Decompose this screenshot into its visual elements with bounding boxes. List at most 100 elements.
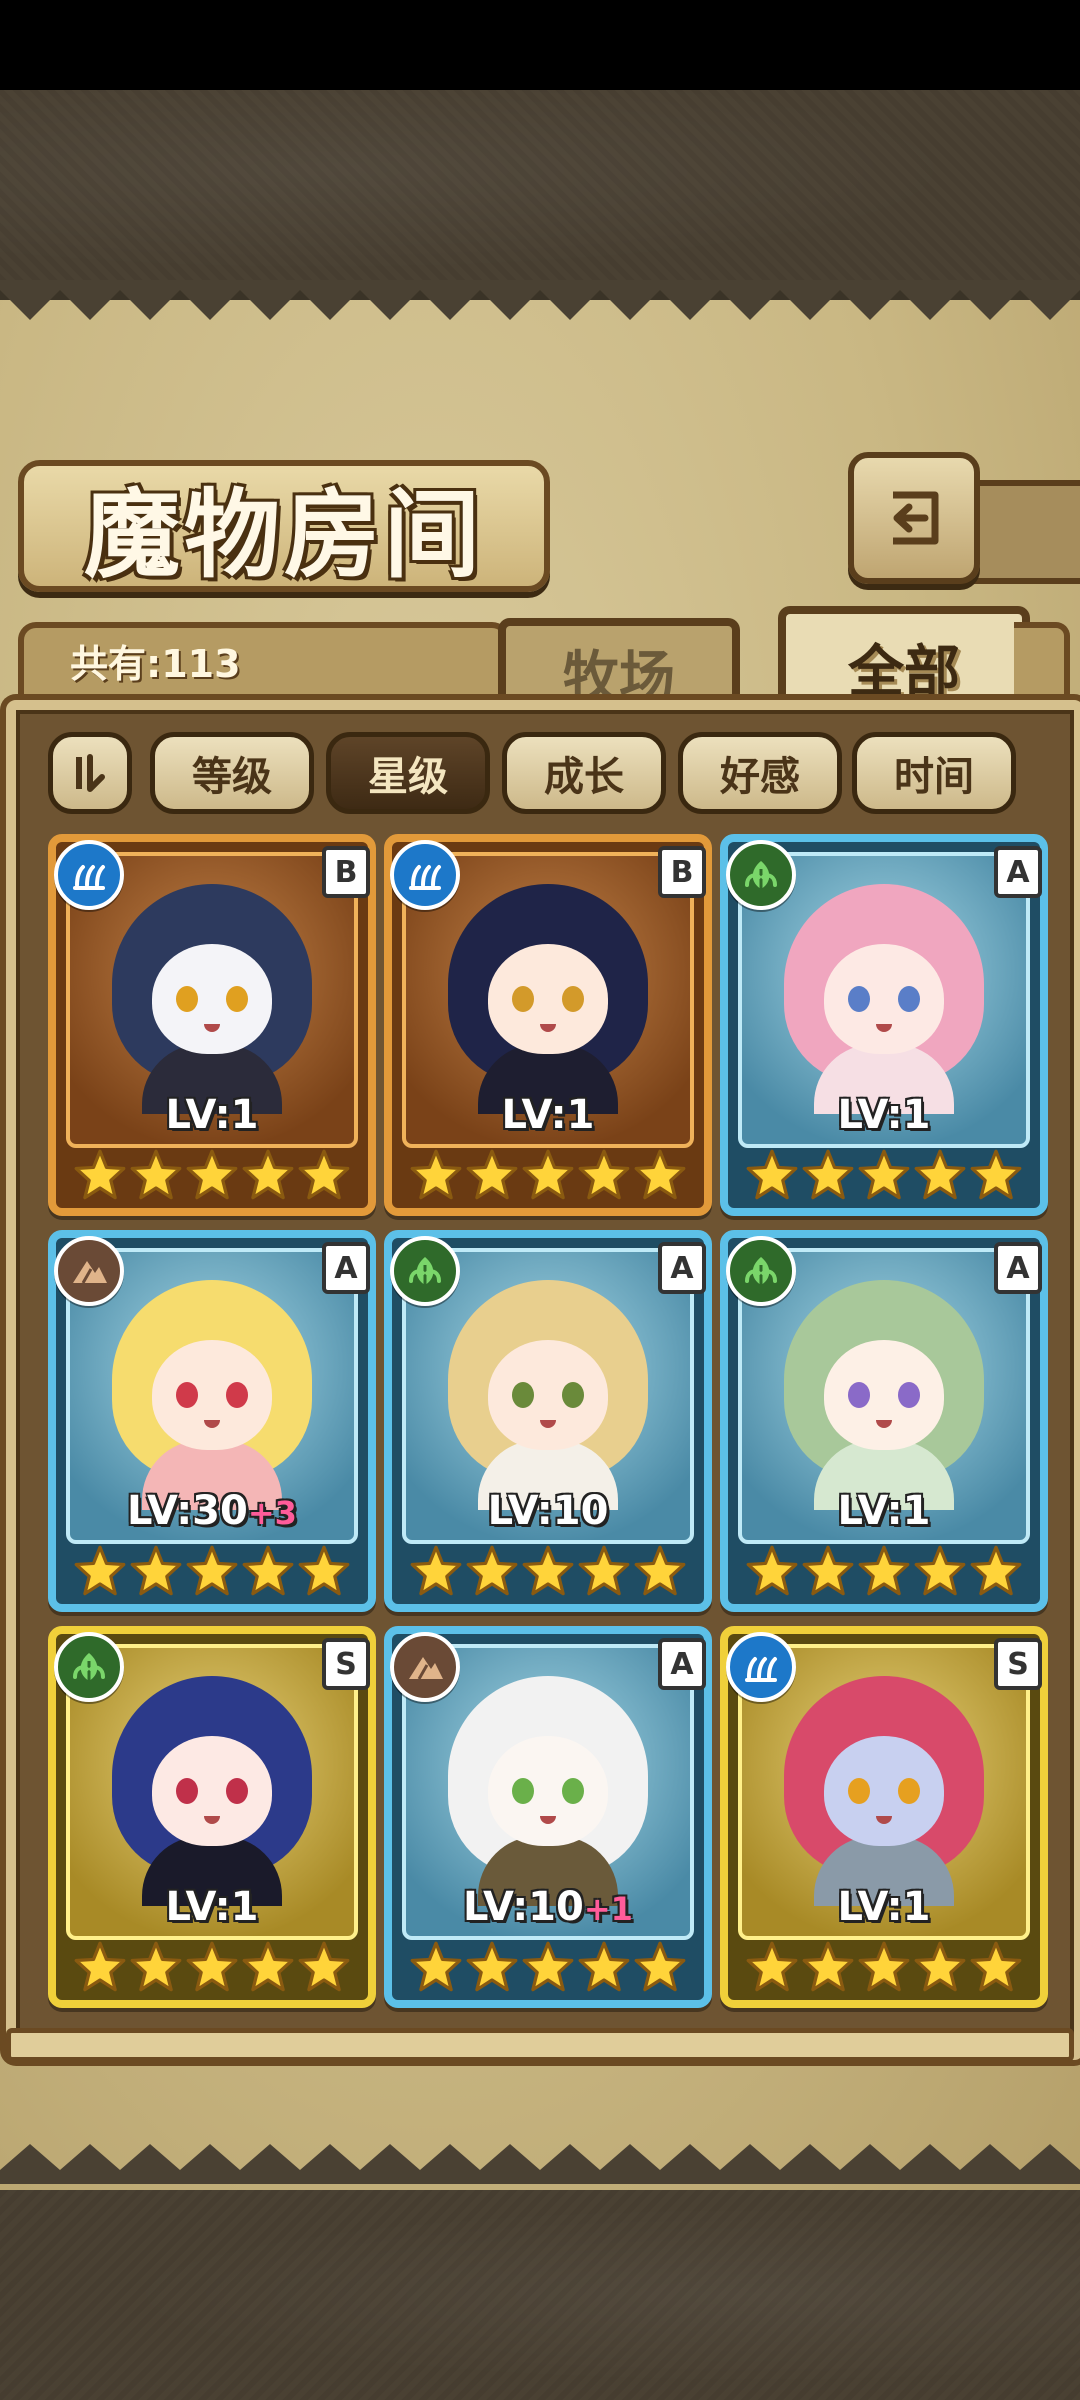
monster-level: LV:30+3	[70, 1488, 354, 1534]
star-icon	[914, 1545, 966, 1596]
monster-card[interactable]: LV:1 A	[720, 834, 1048, 1216]
monster-card[interactable]: LV:10+1 A	[384, 1626, 712, 2008]
star-icon	[410, 1545, 462, 1596]
monster-card[interactable]: LV:1 S	[720, 1626, 1048, 2008]
nature-element-icon	[726, 840, 796, 910]
star-icon	[522, 1941, 574, 1992]
monster-card[interactable]: LV:1 S	[48, 1626, 376, 2008]
star-icon	[522, 1545, 574, 1596]
rank-badge: S	[322, 1638, 370, 1690]
zigzag-edge-top	[0, 280, 1080, 320]
star-icon	[466, 1941, 518, 1992]
star-icon	[858, 1149, 910, 1200]
star-rating	[728, 1148, 1040, 1202]
star-icon	[578, 1941, 630, 1992]
monster-card[interactable]: LV:1 B	[48, 834, 376, 1216]
star-icon	[746, 1941, 798, 1992]
star-icon	[970, 1545, 1022, 1596]
star-icon	[130, 1545, 182, 1596]
star-rating	[392, 1544, 704, 1598]
nature-element-icon	[390, 1236, 460, 1306]
star-icon	[242, 1941, 294, 1992]
panel-bottom-rail	[6, 2028, 1074, 2062]
star-icon	[186, 1149, 238, 1200]
rank-badge: A	[658, 1242, 706, 1294]
star-icon	[186, 1545, 238, 1596]
monster-portrait	[112, 884, 312, 1114]
star-icon	[634, 1149, 686, 1200]
sort-affection-button[interactable]: 好感	[678, 732, 842, 814]
monster-level: LV:1	[742, 1092, 1026, 1138]
monster-level: LV:1	[742, 1488, 1026, 1534]
star-icon	[970, 1149, 1022, 1200]
star-icon	[298, 1545, 350, 1596]
star-icon	[802, 1149, 854, 1200]
rank-badge: A	[994, 1242, 1042, 1294]
star-icon	[746, 1545, 798, 1596]
star-icon	[466, 1149, 518, 1200]
monster-portrait	[784, 1280, 984, 1510]
level-text: LV:1	[165, 1092, 259, 1138]
earth-element-icon	[54, 1236, 124, 1306]
sort-order-button[interactable]	[48, 732, 132, 814]
level-text: LV:1	[837, 1488, 931, 1534]
sort-time-button[interactable]: 时间	[852, 732, 1016, 814]
star-icon	[858, 1545, 910, 1596]
rank-badge: B	[322, 846, 370, 898]
rank-badge: A	[658, 1638, 706, 1690]
monster-level: LV:10	[406, 1488, 690, 1534]
monster-portrait	[784, 1676, 984, 1906]
nature-element-icon	[54, 1632, 124, 1702]
star-icon	[466, 1545, 518, 1596]
star-icon	[522, 1149, 574, 1200]
monster-card[interactable]: LV:30+3 A	[48, 1230, 376, 1612]
sort-growth-button[interactable]: 成长	[502, 732, 666, 814]
level-bonus: +3	[247, 1494, 297, 1532]
star-rating	[392, 1940, 704, 1994]
monster-card[interactable]: LV:1 B	[384, 834, 712, 1216]
level-text: LV:10	[487, 1488, 609, 1534]
star-icon	[914, 1149, 966, 1200]
back-button[interactable]	[848, 452, 980, 584]
map-background-bottom	[0, 2190, 1080, 2400]
star-icon	[410, 1941, 462, 1992]
monster-portrait	[112, 1280, 312, 1510]
star-icon	[578, 1545, 630, 1596]
star-icon	[914, 1941, 966, 1992]
star-icon	[858, 1941, 910, 1992]
sort-star-button[interactable]: 星级	[326, 732, 490, 814]
star-icon	[242, 1545, 294, 1596]
star-icon	[130, 1941, 182, 1992]
water-element-icon	[54, 840, 124, 910]
nature-element-icon	[726, 1236, 796, 1306]
star-icon	[186, 1941, 238, 1992]
zigzag-edge-bottom	[0, 2144, 1080, 2184]
star-icon	[242, 1149, 294, 1200]
level-text: LV:1	[165, 1884, 259, 1930]
star-icon	[802, 1941, 854, 1992]
monster-level: LV:10+1	[406, 1884, 690, 1930]
monster-portrait	[784, 884, 984, 1114]
star-icon	[970, 1941, 1022, 1992]
star-rating	[728, 1544, 1040, 1598]
star-icon	[298, 1149, 350, 1200]
rank-badge: A	[322, 1242, 370, 1294]
star-icon	[634, 1941, 686, 1992]
star-icon	[130, 1149, 182, 1200]
level-text: LV:30	[127, 1488, 248, 1534]
star-rating	[56, 1544, 368, 1598]
star-icon	[410, 1149, 462, 1200]
sort-level-button[interactable]: 等级	[150, 732, 314, 814]
monster-card[interactable]: LV:1 A	[720, 1230, 1048, 1612]
star-rating	[728, 1940, 1040, 1994]
star-rating	[392, 1148, 704, 1202]
rank-badge: A	[994, 846, 1042, 898]
star-icon	[74, 1941, 126, 1992]
status-bar	[0, 0, 1080, 90]
map-background-top	[0, 90, 1080, 290]
monster-card[interactable]: LV:10 A	[384, 1230, 712, 1612]
level-text: LV:1	[501, 1092, 595, 1138]
water-element-icon	[726, 1632, 796, 1702]
star-icon	[74, 1545, 126, 1596]
water-element-icon	[390, 840, 460, 910]
